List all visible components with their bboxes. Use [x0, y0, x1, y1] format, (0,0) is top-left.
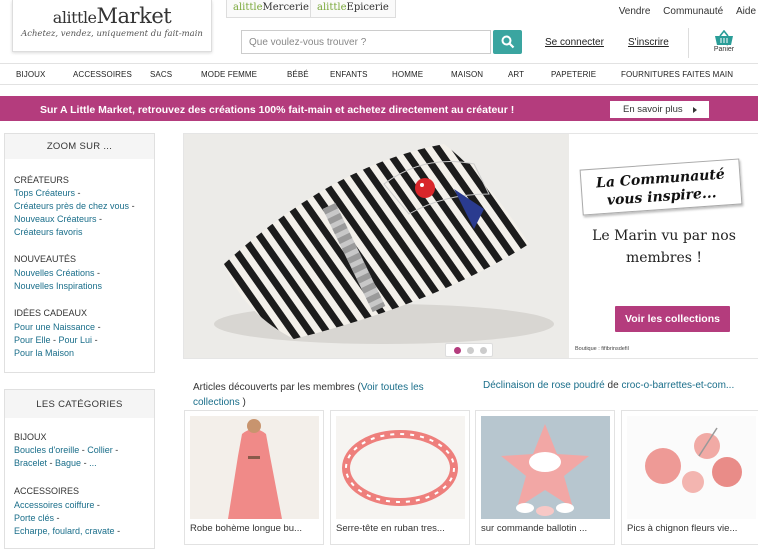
- collection-heading: Déclinaison de rose poudré de croc-o-bar…: [483, 380, 735, 391]
- cart-button[interactable]: Panier: [706, 30, 742, 53]
- community-tag: La Communauté vous inspire...: [579, 158, 743, 216]
- sidebar-link[interactable]: Boucles d'oreille: [14, 445, 79, 455]
- site-logo[interactable]: alittleMarket Achetez, vendez, uniquemen…: [12, 0, 212, 52]
- learn-more-button[interactable]: En savoir plus: [610, 101, 709, 118]
- sidebar-heading-createurs: CRÉATEURS: [14, 175, 69, 185]
- sidebar-heading-idees-cadeaux: IDÉES CADEAUX: [14, 308, 88, 318]
- sell-link[interactable]: Vendre: [619, 6, 651, 17]
- search-icon: [501, 35, 515, 49]
- carousel-dot[interactable]: [467, 347, 474, 354]
- product-card[interactable]: Serre-tête en ruban tres...: [330, 410, 470, 545]
- community-link[interactable]: Communauté: [663, 6, 723, 17]
- zoom-sidebar-title: ZOOM SUR ...: [5, 134, 154, 159]
- product-title: Serre-tête en ruban tres...: [336, 523, 445, 534]
- sidebar-link[interactable]: Collier: [87, 445, 113, 455]
- nav-enfants[interactable]: ENFANTS: [330, 70, 368, 79]
- nav-bebe[interactable]: BÉBÉ: [287, 70, 309, 79]
- hero-panel: La Communauté vous inspire... Le Marin v…: [569, 134, 758, 358]
- category-nav: BIJOUX ACCESSOIRES SACS MODE FEMME BÉBÉ …: [0, 63, 758, 85]
- cart-label: Panier: [713, 46, 735, 53]
- sidebar-heading-bijoux: BIJOUX: [14, 432, 47, 442]
- help-link[interactable]: Aide: [736, 6, 756, 17]
- product-card[interactable]: Robe bohème longue bu...: [184, 410, 324, 545]
- nav-fournitures[interactable]: FOURNITURES FAITES MAIN: [621, 70, 733, 79]
- sidebar-link[interactable]: Echarpe, foulard, cravate: [14, 526, 115, 536]
- search-input[interactable]: Que voulez-vous trouver ?: [241, 30, 491, 54]
- signup-link[interactable]: S'inscrire: [628, 37, 669, 48]
- sidebar-link[interactable]: Nouveaux Créateurs: [14, 214, 97, 224]
- search-button[interactable]: [493, 30, 522, 54]
- nav-maison[interactable]: MAISON: [451, 70, 483, 79]
- collection-link[interactable]: Déclinaison de rose poudré: [483, 380, 605, 391]
- sidebar-link[interactable]: Accessoires coiffure: [14, 500, 94, 510]
- promo-banner-text: Sur A Little Market, retrouvez des créat…: [40, 104, 515, 116]
- nav-mode-femme[interactable]: MODE FEMME: [201, 70, 257, 79]
- sidebar-link[interactable]: Nouvelles Créations: [14, 268, 95, 278]
- sidebar-link[interactable]: ...: [89, 458, 97, 468]
- sidebar-link[interactable]: Pour la Maison: [14, 348, 74, 358]
- sidebar-heading-nouveautes: NOUVEAUTÉS: [14, 254, 77, 264]
- nav-art[interactable]: ART: [508, 70, 524, 79]
- carousel-dots: [445, 343, 493, 357]
- nav-sacs[interactable]: SACS: [150, 70, 172, 79]
- hero-title: Le Marin vu par nos membres !: [592, 228, 736, 266]
- nav-accessoires[interactable]: ACCESSOIRES: [73, 70, 132, 79]
- zoom-sidebar-box: ZOOM SUR ... CRÉATEURS Tops Créateurs - …: [4, 133, 155, 373]
- sidebar-link[interactable]: Créateurs près de chez vous: [14, 201, 129, 211]
- product-image: [190, 416, 319, 519]
- nav-papeterie[interactable]: PAPETERIE: [551, 70, 596, 79]
- nav-homme[interactable]: HOMME: [392, 70, 423, 79]
- collection-author-link[interactable]: croc-o-barrettes-et-com...: [621, 380, 734, 391]
- sidebar-link[interactable]: Nouvelles Inspirations: [14, 281, 102, 291]
- product-image: [627, 416, 756, 519]
- articles-heading: Articles découverts par les membres (Voi…: [193, 382, 424, 408]
- sidebar-link[interactable]: Pour une Naissance: [14, 322, 95, 332]
- product-title: Pics à chignon fleurs vie...: [627, 523, 738, 534]
- logo-wordmark: alittleMarket: [52, 4, 172, 28]
- sidebar-link[interactable]: Tops Créateurs: [14, 188, 75, 198]
- categories-sidebar-box: LES CATÉGORIES BIJOUX Boucles d'oreille …: [4, 389, 155, 549]
- carousel-dot-active[interactable]: [454, 347, 461, 354]
- product-title: sur commande ballotin ...: [481, 523, 588, 534]
- categories-sidebar-title: LES CATÉGORIES: [5, 390, 154, 418]
- hero-image[interactable]: [184, 134, 569, 358]
- product-card[interactable]: Pics à chignon fleurs vie...: [621, 410, 758, 545]
- top-links: Vendre Communauté Aide: [609, 6, 756, 17]
- sidebar-link[interactable]: Porte clés: [14, 513, 54, 523]
- product-card[interactable]: sur commande ballotin ...: [475, 410, 615, 545]
- sidebar-link[interactable]: Bague: [55, 458, 81, 468]
- hero-credit: Boutique : fifibrinsdefil: [575, 346, 629, 352]
- product-image: [481, 416, 610, 519]
- sidebar-link[interactable]: Créateurs favoris: [14, 227, 83, 237]
- sidebar-link[interactable]: Pour Lui: [59, 335, 93, 345]
- header-divider: [688, 28, 689, 58]
- product-image: [336, 416, 465, 519]
- logo-tagline: Achetez, vendez, uniquement du fait-main: [21, 29, 203, 39]
- striped-pouch-image: [184, 134, 569, 358]
- sidebar-heading-accessoires: ACCESSOIRES: [14, 486, 80, 496]
- subsite-mercerie-tab[interactable]: alittleMercerie: [226, 0, 316, 18]
- sidebar-link[interactable]: Bracelet: [14, 458, 47, 468]
- hero-carousel: La Communauté vous inspire... Le Marin v…: [183, 133, 758, 359]
- nav-bijoux[interactable]: BIJOUX: [16, 70, 46, 79]
- basket-icon: [715, 30, 733, 45]
- sidebar-link[interactable]: Pour Elle: [14, 335, 51, 345]
- login-link[interactable]: Se connecter: [545, 37, 604, 48]
- subsite-epicerie-tab[interactable]: alittleEpicerie: [310, 0, 396, 18]
- carousel-dot[interactable]: [480, 347, 487, 354]
- product-title: Robe bohème longue bu...: [190, 523, 302, 534]
- view-collections-button[interactable]: Voir les collections: [615, 306, 730, 332]
